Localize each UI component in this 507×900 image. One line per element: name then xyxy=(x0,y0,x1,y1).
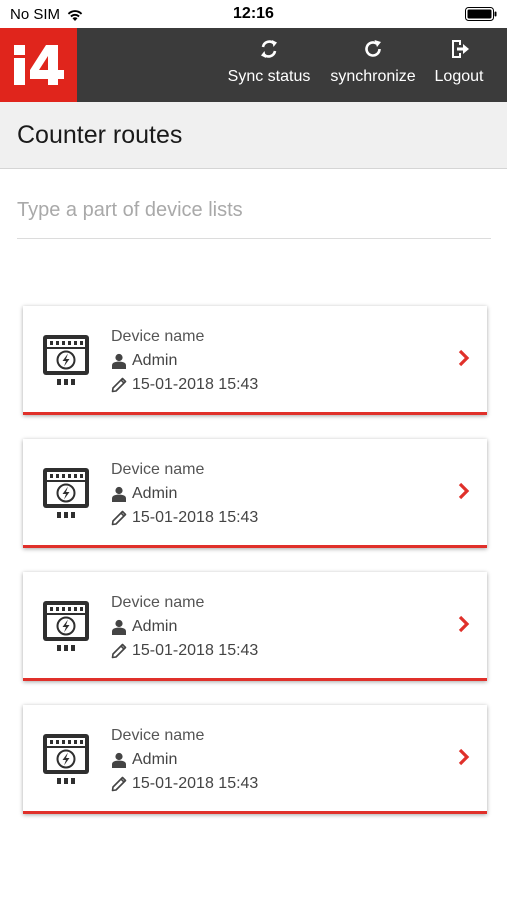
card-user: Admin xyxy=(132,618,178,635)
logout-icon xyxy=(452,40,469,58)
user-icon xyxy=(112,486,126,502)
card-user-row: Admin xyxy=(111,352,177,370)
user-icon xyxy=(112,353,126,369)
device-name: Device name xyxy=(111,727,205,744)
title-bar: Counter routes xyxy=(0,102,507,169)
synchronize-button[interactable]: synchronize xyxy=(326,38,420,94)
card-user: Admin xyxy=(132,751,178,768)
card-date: 15-01-2018 15:43 xyxy=(132,376,259,393)
synchronize-label: synchronize xyxy=(330,68,416,85)
card-date: 15-01-2018 15:43 xyxy=(132,775,259,792)
user-icon xyxy=(112,619,126,635)
sync-arrows-icon xyxy=(261,40,277,58)
chevron-right-icon xyxy=(458,615,470,633)
refresh-icon xyxy=(365,40,381,57)
device-card[interactable]: Device name Admin 15-01-2018 15:43 xyxy=(23,439,487,548)
chevron-right-icon xyxy=(458,748,470,766)
pencil-icon xyxy=(111,377,127,393)
app-logo xyxy=(0,28,77,102)
card-date: 15-01-2018 15:43 xyxy=(132,509,259,526)
pencil-icon xyxy=(111,776,127,792)
card-user: Admin xyxy=(132,352,178,369)
card-user-row: Admin xyxy=(111,485,177,503)
chevron-right-icon xyxy=(458,482,470,500)
device-card[interactable]: Device name Admin 15-01-2018 15:43 xyxy=(23,572,487,681)
chevron-right-icon xyxy=(458,349,470,367)
device-card[interactable]: Device name Admin 15-01-2018 15:43 xyxy=(23,306,487,415)
status-bar: No SIM 12:16 xyxy=(0,0,507,28)
electric-meter-icon xyxy=(43,734,89,784)
device-name: Device name xyxy=(111,461,205,478)
card-user-row: Admin xyxy=(111,618,177,636)
device-name: Device name xyxy=(111,328,205,345)
card-date-row: 15-01-2018 15:43 xyxy=(111,642,258,660)
electric-meter-icon xyxy=(43,468,89,518)
pencil-icon xyxy=(111,643,127,659)
card-date-row: 15-01-2018 15:43 xyxy=(111,376,258,394)
search-field-wrapper xyxy=(17,190,491,239)
card-user-row: Admin xyxy=(111,751,177,769)
top-navigation-bar: Sync status synchronize Logout xyxy=(0,28,507,102)
card-user: Admin xyxy=(132,485,178,502)
device-card[interactable]: Device name Admin 15-01-2018 15:43 xyxy=(23,705,487,814)
sync-status-label: Sync status xyxy=(227,68,311,85)
battery-icon xyxy=(465,7,497,21)
card-date-row: 15-01-2018 15:43 xyxy=(111,509,258,527)
status-time: 12:16 xyxy=(233,5,274,22)
sync-status-button[interactable]: Sync status xyxy=(222,38,316,94)
page-title: Counter routes xyxy=(17,121,183,149)
electric-meter-icon xyxy=(43,601,89,651)
user-icon xyxy=(112,752,126,768)
device-name: Device name xyxy=(111,594,205,611)
electric-meter-icon xyxy=(43,335,89,385)
pencil-icon xyxy=(111,510,127,526)
logout-label: Logout xyxy=(434,68,484,85)
card-date-row: 15-01-2018 15:43 xyxy=(111,775,258,793)
i4-logo-icon xyxy=(13,45,64,85)
card-date: 15-01-2018 15:43 xyxy=(132,642,259,659)
device-search-input[interactable] xyxy=(17,190,491,230)
logout-button[interactable]: Logout xyxy=(428,38,490,94)
